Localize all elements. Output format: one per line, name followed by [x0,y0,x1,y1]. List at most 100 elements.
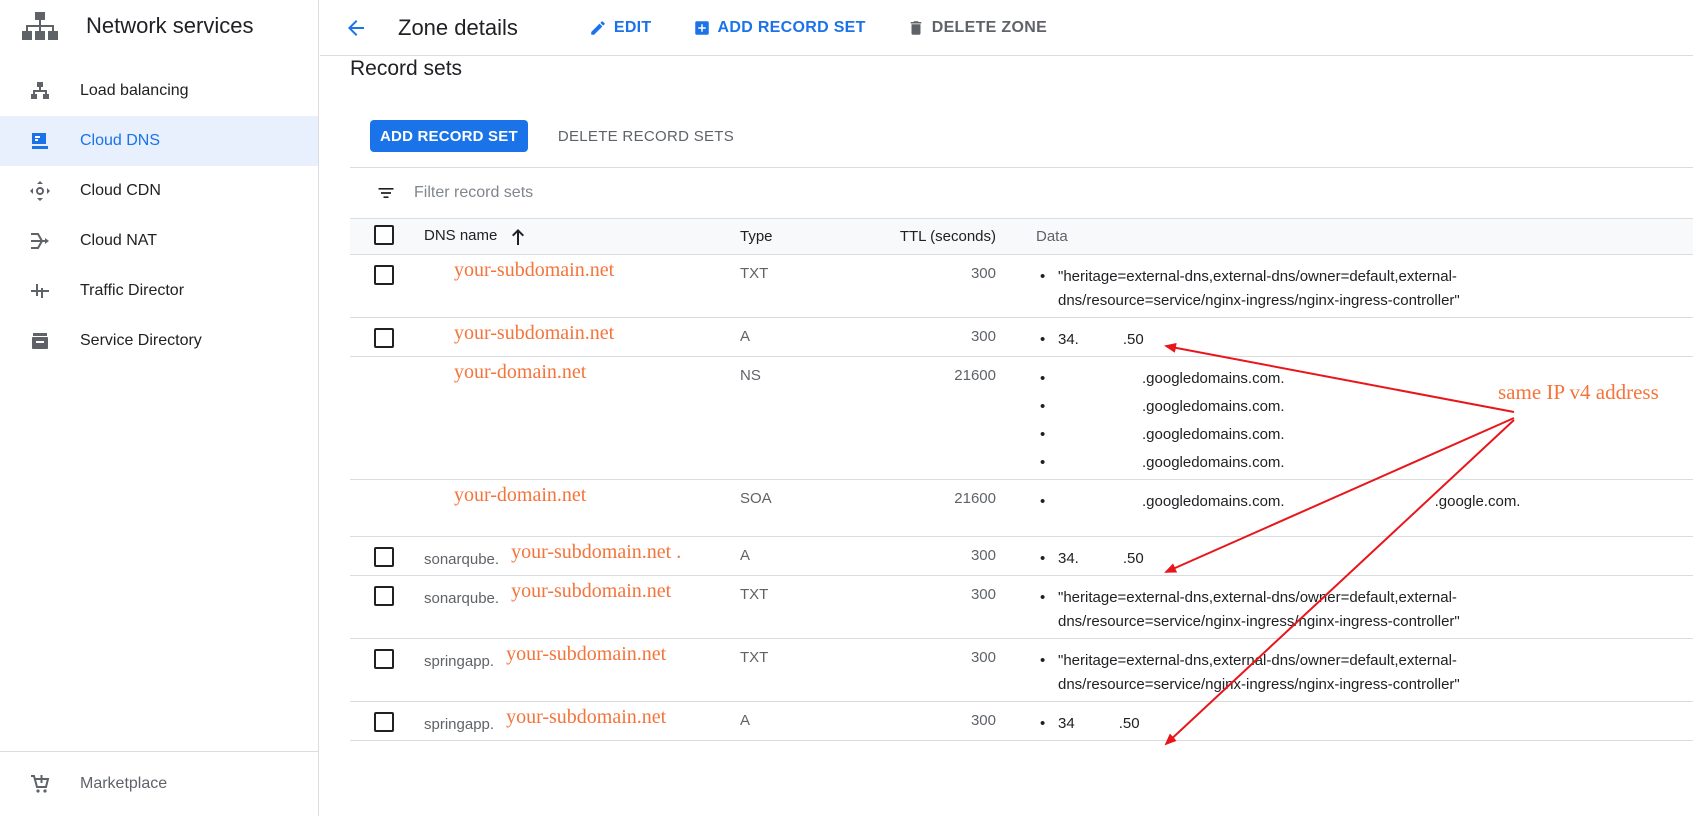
cloud-dns-icon [28,129,52,153]
cloud-nat-icon [28,229,52,253]
filter-input[interactable] [414,184,814,202]
ttl-cell: 300 [860,536,996,576]
sidebar: Network services Load balancing Cloud DN… [0,0,319,816]
dns-name-annotation: your-subdomain.net [511,580,672,602]
dns-name-annotation: your-subdomain.net [506,643,667,665]
dns-name-cell: sonarqube. your-subdomain.net [414,575,740,639]
delete-zone-label: DELETE ZONE [931,18,1048,36]
row-checkbox[interactable] [374,712,394,732]
data-item: 34. .50 [1036,547,1693,571]
row-checkbox[interactable] [374,328,394,348]
sidebar-item-cloud-cdn[interactable]: Cloud CDN [0,166,318,216]
sidebar-item-label: Cloud DNS [80,132,161,149]
table-row[interactable]: sonarqube. your-subdomain.net . A300 34. .50 [350,536,1693,576]
sidebar-item-label: Traffic Director [80,282,185,299]
delete-zone-button[interactable]: DELETE ZONE [906,18,1047,38]
data-value: .googledomains.com. [1142,398,1285,415]
pencil-icon [588,18,608,38]
sidebar-header: Network services [0,0,318,52]
type-cell: TXT [740,254,860,318]
data-cell: .googledomains.com. .googledomains.com. .g… [996,356,1693,480]
dns-name-annotation: your-subdomain.net [506,706,667,728]
type-cell: SOA [740,479,860,537]
select-all-checkbox[interactable] [374,224,394,245]
row-select-cell [350,356,414,480]
row-checkbox[interactable] [374,649,394,669]
table-body: your-subdomain.netTXT300"heritage=extern… [350,254,1693,741]
filter-bar [350,168,1693,218]
row-select-cell [350,317,414,357]
sidebar-footer-label: Marketplace [80,775,168,792]
select-all-cell [350,219,414,255]
back-arrow-icon[interactable] [342,14,370,42]
edit-button[interactable]: EDIT [588,18,652,38]
cloud-cdn-icon [28,179,52,203]
column-header-ttl[interactable]: TTL (seconds) [860,219,996,255]
dns-name-cell: springapp. your-subdomain.net [414,701,740,741]
dns-name-prefix: sonarqube. [424,590,500,607]
add-box-icon [692,18,712,38]
dns-name-cell: sonarqube. your-subdomain.net . [414,536,740,576]
dns-name-cell: springapp. your-subdomain.net [414,638,740,702]
data-value: .googledomains.com. [1142,370,1285,387]
row-select-cell [350,536,414,576]
ttl-cell: 300 [860,317,996,357]
type-cell: TXT [740,575,860,639]
row-select-cell [350,638,414,702]
data-item: "heritage=external-dns,external-dns/owne… [1036,586,1476,634]
add-record-set-top-button[interactable]: ADD RECORD SET [692,18,866,38]
sidebar-title: Network services [86,13,254,38]
dns-name-cell: your-domain.net [414,479,740,537]
sidebar-item-service-directory[interactable]: Service Directory [0,316,318,366]
add-record-set-button[interactable]: ADD RECORD SET [370,120,528,152]
row-checkbox[interactable] [374,547,394,567]
add-record-set-label: ADD RECORD SET [717,18,866,36]
data-value: .50 [1118,715,1140,732]
data-value: .googledomains.com. [1142,454,1285,471]
table-row[interactable]: springapp.your-subdomain.netA30034.50 [350,701,1693,741]
ttl-cell: 21600 [860,479,996,537]
dns-name-annotation: your-domain.net [454,361,587,383]
row-select-cell [350,701,414,741]
delete-record-sets-button[interactable]: DELETE RECORD SETS [558,128,734,145]
column-label: DNS name [424,227,498,245]
sidebar-item-cloud-dns[interactable]: Cloud DNS [0,116,318,166]
trash-icon [906,18,926,38]
cart-icon [28,772,52,796]
table-row[interactable]: your-domain.net SOA21600 .googledomains.co… [350,479,1693,537]
data-value: "heritage=external-dns,external-dns/owne… [1058,589,1460,630]
row-checkbox[interactable] [374,586,394,606]
data-list: "heritage=external-dns,external-dns/owne… [1036,649,1693,697]
table-row[interactable]: your-domain.netNS21600.googledomains.com… [350,356,1693,480]
sort-ascending-icon[interactable] [510,228,526,246]
table-row[interactable]: your-subdomain.net TXT300 "heritage=extern… [350,254,1693,318]
sidebar-item-load-balancing[interactable]: Load balancing [0,66,318,116]
filter-icon[interactable] [374,181,398,205]
service-directory-icon [28,329,52,353]
table-row[interactable]: springapp. your-subdomain.net TXT300 "herit… [350,638,1693,702]
sidebar-item-cloud-nat[interactable]: Cloud NAT [0,216,318,266]
data-cell: .googledomains.com. .google.com. [996,479,1693,537]
table-row[interactable]: sonarqube. your-subdomain.net TXT300 "herit… [350,575,1693,639]
type-cell: A [740,701,860,741]
top-bar: Zone details EDIT ADD RECORD SET DELETE … [320,0,1693,56]
column-header-dns-name[interactable]: DNS name [414,219,740,255]
record-actions: ADD RECORD SET DELETE RECORD SETS [350,120,1693,152]
record-sets-table: DNS name Type TTL (seconds) Data your-su… [350,218,1693,741]
sidebar-item-marketplace[interactable]: Marketplace [0,751,319,816]
data-item: 34. .50 [1036,328,1693,352]
data-cell: 34. .50 [996,317,1693,357]
sidebar-item-label: Cloud CDN [80,182,161,199]
table-row[interactable]: your-subdomain.net A300 34. .50 [350,317,1693,357]
data-list: .googledomains.com. .google.com. [1036,490,1693,514]
ttl-cell: 21600 [860,356,996,480]
sidebar-item-traffic-director[interactable]: Traffic Director [0,266,318,316]
sidebar-item-label: Load balancing [80,82,189,99]
row-select-cell [350,254,414,318]
data-value: 34. [1058,550,1079,567]
network-services-icon [22,10,58,42]
column-header-type[interactable]: Type [740,219,860,255]
ttl-cell: 300 [860,575,996,639]
row-checkbox[interactable] [374,265,394,285]
page-title: Zone details [398,14,518,40]
